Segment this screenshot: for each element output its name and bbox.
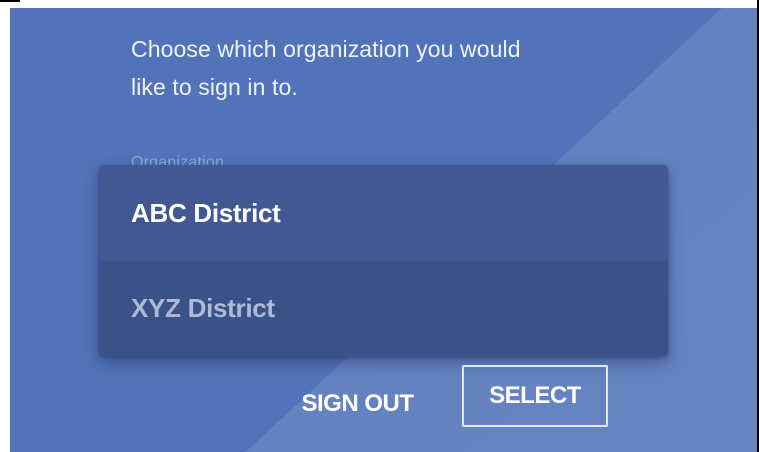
org-select-dialog: Choose which organization you would like… [10,8,759,452]
dropdown-option-abc-district[interactable]: ABC District [99,165,668,261]
select-button[interactable]: SELECT [462,365,608,427]
option-label: XYZ District [131,293,275,323]
organization-dropdown-menu[interactable]: ABC District XYZ District [99,165,668,356]
instruction-line-2: like to sign in to. [131,74,298,100]
dropdown-option-xyz-district[interactable]: XYZ District [99,261,668,356]
instruction-text: Choose which organization you would like… [131,30,631,106]
top-border-line [0,0,20,2]
option-label: ABC District [131,197,281,228]
sign-out-button[interactable]: SIGN OUT [280,375,435,433]
instruction-line-1: Choose which organization you would [131,36,521,62]
